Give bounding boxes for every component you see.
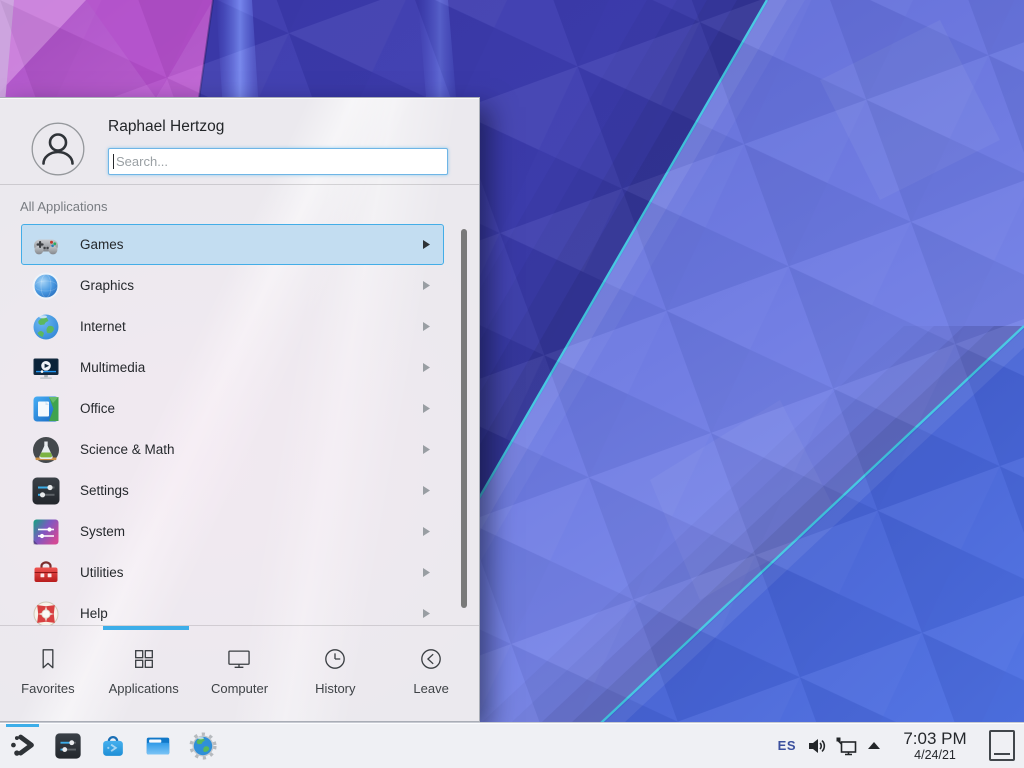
system-icon xyxy=(30,516,62,548)
submenu-arrow-icon xyxy=(423,281,430,290)
keyboard-layout-indicator[interactable]: ES xyxy=(778,738,796,753)
digital-clock[interactable]: 7:03 PM 4/24/21 xyxy=(891,729,979,762)
menu-item-label: Games xyxy=(80,237,423,252)
application-launcher-icon xyxy=(8,731,38,761)
menu-item-label: Science & Math xyxy=(80,442,423,457)
web-browser-icon xyxy=(189,732,217,760)
clock-time: 7:03 PM xyxy=(891,729,979,748)
volume-icon[interactable] xyxy=(807,737,827,755)
submenu-arrow-icon xyxy=(423,404,430,413)
menu-item-label: Office xyxy=(80,401,423,416)
tab-applications[interactable]: Applications xyxy=(96,631,192,722)
submenu-arrow-icon xyxy=(423,322,430,331)
utilities-icon xyxy=(30,557,62,589)
menu-item-label: Help xyxy=(80,606,423,621)
application-category-list: Games Graphics xyxy=(0,224,479,625)
submenu-arrow-icon xyxy=(423,486,430,495)
tab-history[interactable]: History xyxy=(287,631,383,722)
menu-item-utilities[interactable]: Utilities xyxy=(21,552,444,593)
active-task-indicator xyxy=(6,724,39,727)
submenu-arrow-icon xyxy=(423,445,430,454)
header-separator xyxy=(0,184,479,185)
system-tray: ES 7:03 PM xyxy=(778,723,1024,768)
tab-label: Leave xyxy=(413,681,448,696)
taskbar-launchers xyxy=(0,723,225,768)
clock-date: 4/24/21 xyxy=(891,748,979,762)
active-tab-indicator xyxy=(103,626,189,630)
kickoff-tabbar: Favorites Applications C xyxy=(0,631,479,722)
discover-icon xyxy=(98,731,128,761)
desktop: Raphael Hertzog All Applications G xyxy=(0,0,1024,768)
taskbar-launcher-file-manager[interactable] xyxy=(135,723,180,768)
tab-computer[interactable]: Computer xyxy=(192,631,288,722)
show-desktop-button[interactable] xyxy=(989,730,1015,761)
user-avatar[interactable] xyxy=(31,122,85,176)
internet-icon xyxy=(30,311,62,343)
scrollbar[interactable] xyxy=(461,229,467,608)
file-manager-icon xyxy=(143,731,173,761)
menu-item-office[interactable]: Office xyxy=(21,388,444,429)
tab-label: History xyxy=(315,681,355,696)
menu-item-system[interactable]: System xyxy=(21,511,444,552)
network-icon[interactable] xyxy=(836,736,858,756)
favorites-icon xyxy=(34,645,62,673)
computer-icon xyxy=(225,645,253,673)
graphics-icon xyxy=(30,270,62,302)
multimedia-icon xyxy=(30,352,62,384)
taskbar-launcher-system-settings[interactable] xyxy=(45,723,90,768)
show-desktop-glyph xyxy=(994,753,1010,755)
applications-icon xyxy=(130,645,158,673)
user-name: Raphael Hertzog xyxy=(108,118,224,136)
search-input[interactable] xyxy=(108,148,448,175)
section-label-all-applications: All Applications xyxy=(20,199,107,214)
tab-favorites[interactable]: Favorites xyxy=(0,631,96,722)
application-launcher-popup: Raphael Hertzog All Applications G xyxy=(0,97,480,722)
menu-item-help[interactable]: Help xyxy=(21,593,444,625)
taskbar-launcher-web-browser[interactable] xyxy=(180,723,225,768)
menu-item-label: Internet xyxy=(80,319,423,334)
submenu-arrow-icon xyxy=(423,527,430,536)
menu-item-settings[interactable]: Settings xyxy=(21,470,444,511)
menu-item-multimedia[interactable]: Multimedia xyxy=(21,347,444,388)
settings-icon xyxy=(30,475,62,507)
menu-item-internet[interactable]: Internet xyxy=(21,306,444,347)
tab-leave[interactable]: Leave xyxy=(383,631,479,722)
menu-item-label: Graphics xyxy=(80,278,423,293)
user-icon xyxy=(31,122,85,176)
tab-label: Applications xyxy=(109,681,179,696)
submenu-arrow-icon xyxy=(423,240,430,249)
office-icon xyxy=(30,393,62,425)
menu-item-science-math[interactable]: Science & Math xyxy=(21,429,444,470)
tabbar-separator xyxy=(0,625,479,626)
help-icon xyxy=(30,598,62,626)
history-icon xyxy=(321,645,349,673)
science-math-icon xyxy=(30,434,62,466)
games-icon xyxy=(30,229,62,261)
tab-label: Computer xyxy=(211,681,268,696)
menu-item-games[interactable]: Games xyxy=(21,224,444,265)
tab-label: Favorites xyxy=(21,681,74,696)
menu-item-graphics[interactable]: Graphics xyxy=(21,265,444,306)
taskbar-launcher-discover[interactable] xyxy=(90,723,135,768)
menu-item-label: Utilities xyxy=(80,565,423,580)
menu-item-label: Multimedia xyxy=(80,360,423,375)
taskbar: ES 7:03 PM xyxy=(0,722,1024,768)
system-settings-icon xyxy=(53,731,83,761)
submenu-arrow-icon xyxy=(423,609,430,618)
menu-item-label: System xyxy=(80,524,423,539)
leave-icon xyxy=(417,645,445,673)
text-cursor xyxy=(113,154,114,169)
taskbar-launcher-application-launcher[interactable] xyxy=(0,723,45,768)
submenu-arrow-icon xyxy=(423,568,430,577)
menu-item-label: Settings xyxy=(80,483,423,498)
submenu-arrow-icon xyxy=(423,363,430,372)
tray-expander-icon[interactable] xyxy=(867,741,881,750)
